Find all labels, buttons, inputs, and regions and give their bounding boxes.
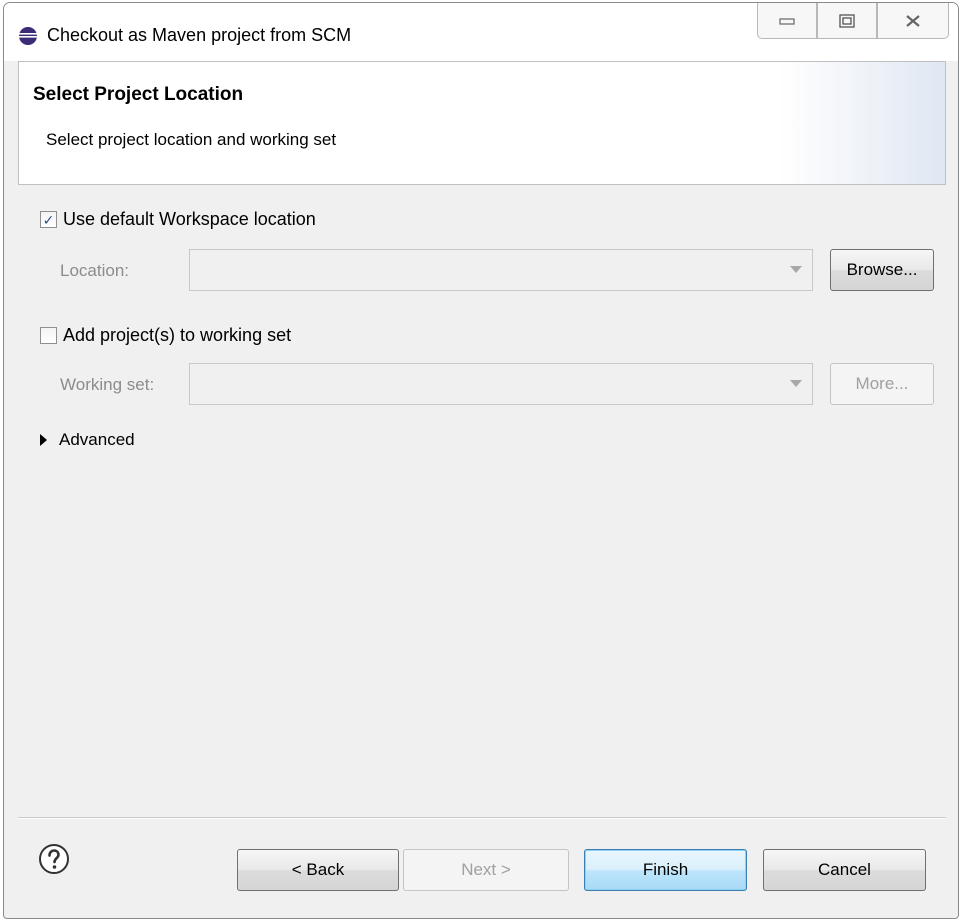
use-default-location-row[interactable]: ✓ Use default Workspace location — [40, 209, 316, 230]
more-button: More... — [830, 363, 934, 405]
add-to-working-set-checkbox[interactable] — [40, 327, 57, 344]
window-controls — [757, 3, 949, 39]
window-title: Checkout as Maven project from SCM — [47, 25, 352, 45]
footer-separator — [18, 817, 946, 819]
page-description: Select project location and working set — [46, 130, 337, 149]
maximize-button[interactable] — [817, 3, 877, 39]
working-set-dropdown-arrow-icon — [790, 380, 802, 387]
advanced-label: Advanced — [59, 430, 135, 449]
browse-button[interactable]: Browse... — [830, 249, 934, 291]
working-set-combo — [189, 363, 813, 405]
expand-triangle-icon — [40, 434, 47, 446]
help-icon[interactable] — [38, 843, 70, 875]
eclipse-icon — [19, 27, 37, 45]
maximize-icon — [839, 13, 855, 28]
close-button[interactable] — [877, 3, 949, 39]
advanced-section-toggle[interactable]: Advanced — [40, 430, 135, 450]
wizard-header: Select Project Location Select project l… — [18, 61, 946, 185]
minimize-button[interactable] — [757, 3, 817, 39]
close-icon — [906, 14, 920, 27]
minimize-icon — [779, 17, 795, 25]
location-combo — [189, 249, 813, 291]
add-to-working-set-label: Add project(s) to working set — [63, 325, 292, 345]
working-set-row[interactable]: Add project(s) to working set — [40, 325, 291, 346]
back-button[interactable]: < Back — [237, 849, 399, 891]
working-set-label: Working set: — [60, 375, 155, 394]
wizard-content: ✓ Use default Workspace location Locatio… — [18, 185, 946, 797]
use-default-location-checkbox[interactable]: ✓ — [40, 211, 57, 228]
title-bar[interactable]: Checkout as Maven project from SCM — [4, 3, 958, 61]
dialog-window: Checkout as Maven project from SCM Selec… — [3, 2, 959, 919]
page-title: Select Project Location — [33, 84, 244, 105]
location-dropdown-arrow-icon — [790, 266, 802, 273]
use-default-location-label: Use default Workspace location — [63, 209, 316, 229]
finish-button[interactable]: Finish — [584, 849, 747, 891]
next-button: Next > — [403, 849, 569, 891]
cancel-button[interactable]: Cancel — [763, 849, 926, 891]
location-label: Location: — [60, 261, 129, 280]
